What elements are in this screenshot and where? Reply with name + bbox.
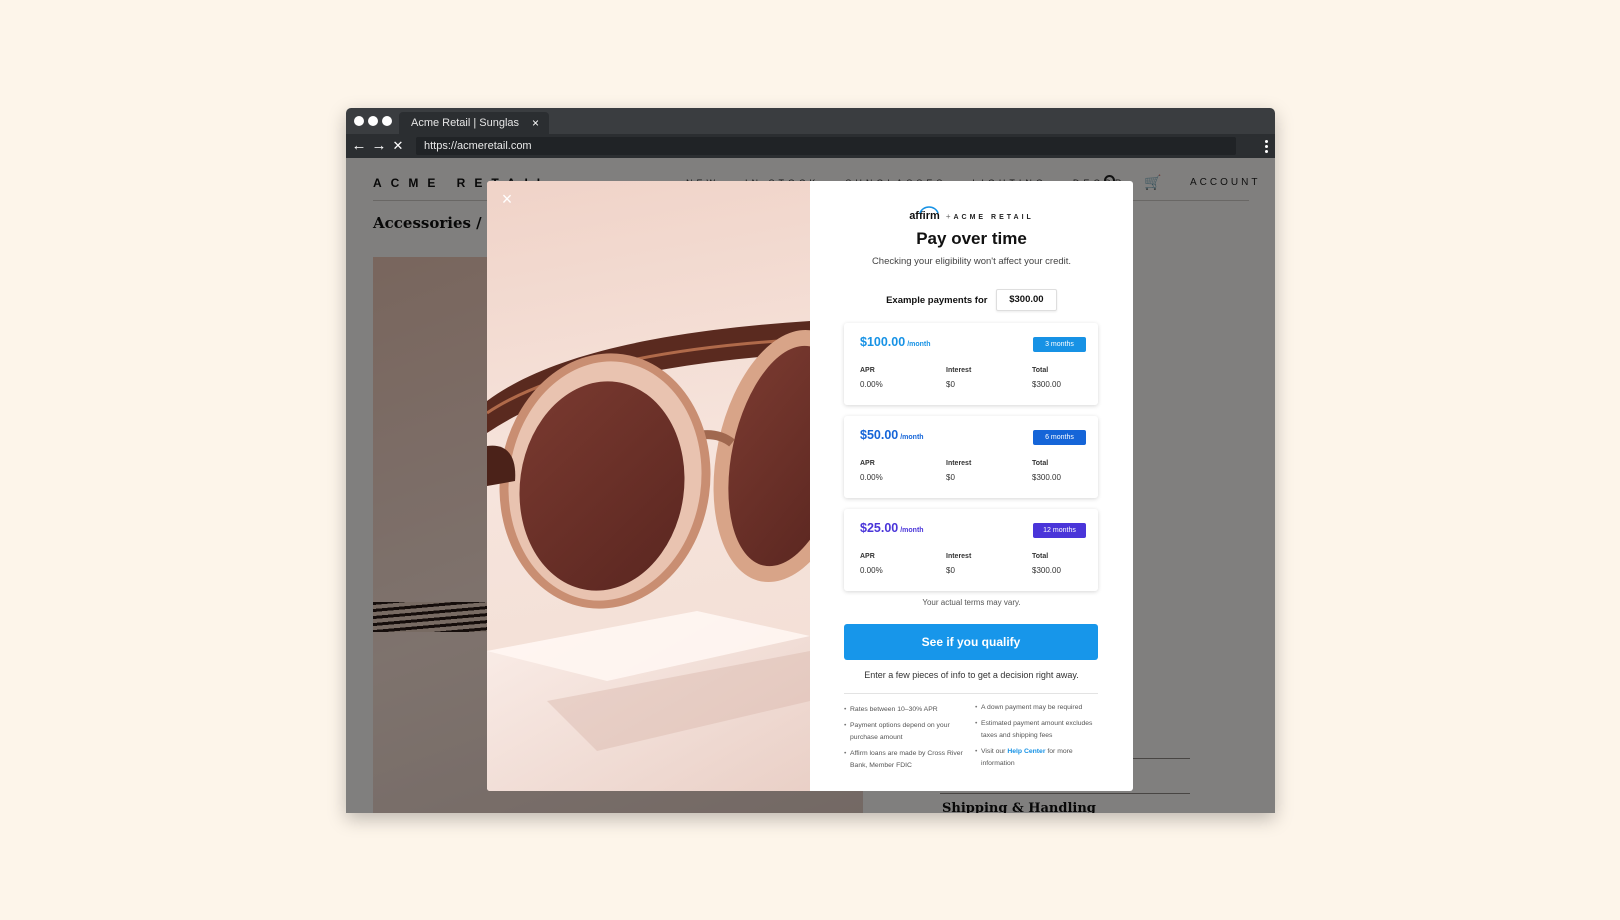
tab-title: Acme Retail | Sunglasses	[411, 117, 519, 129]
plan-monthly-price: $50.00/month	[860, 428, 924, 442]
plan-card-6-months[interactable]: $50.00/month 6 months APR 0.00% Interest $…	[844, 416, 1098, 498]
forward-arrow-icon[interactable]: →	[370, 134, 388, 158]
modal-heading: Pay over time	[916, 229, 1027, 248]
plan-term-badge: 12 months	[1033, 523, 1086, 538]
plan-card-12-months[interactable]: $25.00/month 12 months APR 0.00% Interest…	[844, 509, 1098, 591]
terms-note: Your actual terms may vary.	[922, 598, 1021, 607]
list-item: A down payment may be required	[975, 702, 1097, 715]
list-item: Rates between 10–30% APR	[844, 704, 966, 717]
plan-term-badge: 3 months	[1033, 337, 1086, 352]
window-close-dot[interactable]	[354, 116, 364, 126]
browser-window: Acme Retail | Sunglasses × ← → ✕ https:/…	[346, 108, 1275, 813]
plan-apr: APR 0.00%	[860, 553, 883, 575]
affirm-modal: × affirm + ACME RETAIL Pay over time Chec…	[487, 181, 1133, 791]
browser-tab[interactable]: Acme Retail | Sunglasses ×	[399, 112, 549, 134]
list-item: Estimated payment amount excludes taxes …	[975, 718, 1097, 743]
plan-apr: APR 0.00%	[860, 367, 883, 389]
see-if-you-qualify-button[interactable]: See if you qualify	[844, 624, 1098, 660]
url-field[interactable]: https://acmeretail.com	[416, 137, 1236, 155]
cta-subtext: Enter a few pieces of info to get a deci…	[864, 670, 1079, 680]
plan-monthly-price: $25.00/month	[860, 521, 924, 535]
window-maximize-dot[interactable]	[382, 116, 392, 126]
plan-interest: Interest $0	[946, 553, 972, 575]
disclosure-list-right: A down payment may be required Estimated…	[975, 702, 1097, 774]
tab-close-icon[interactable]: ×	[532, 112, 539, 134]
plan-term-badge: 6 months	[1033, 430, 1086, 445]
amount-input[interactable]: $300.00	[995, 289, 1057, 311]
plan-apr: APR 0.00%	[860, 460, 883, 482]
address-bar: ← → ✕ https://acmeretail.com	[346, 134, 1275, 158]
list-item: Payment options depend on your purchase …	[844, 720, 966, 745]
back-arrow-icon[interactable]: ←	[350, 134, 368, 158]
sunglasses-photo: ×	[487, 181, 810, 791]
sunglasses-illustration	[487, 321, 810, 791]
list-item: Affirm loans are made by Cross River Ban…	[844, 748, 966, 773]
affirm-arc-icon	[919, 206, 939, 214]
plan-interest: Interest $0	[946, 460, 972, 482]
affirm-logo: affirm	[909, 206, 943, 222]
modal-subheading: Checking your eligibility won't affect y…	[871, 256, 1072, 267]
partner-logo: affirm + ACME RETAIL	[810, 206, 1133, 224]
plan-card-3-months[interactable]: $100.00/month 3 months APR 0.00% Interest…	[844, 323, 1098, 405]
disclosure-list-left: Rates between 10–30% APR Payment options…	[844, 704, 966, 776]
example-amount-row: Example payments for $300.00	[810, 289, 1133, 311]
amount-label: Example payments for	[886, 294, 988, 306]
affirm-panel: affirm + ACME RETAIL Pay over time Checki…	[810, 181, 1133, 791]
browser-tab-bar: Acme Retail | Sunglasses ×	[346, 108, 1275, 134]
browser-menu-icon[interactable]	[1265, 140, 1269, 155]
plan-interest: Interest $0	[946, 367, 972, 389]
plan-total: Total $300.00	[1032, 553, 1061, 575]
disclosure-divider	[844, 693, 1098, 694]
plan-total: Total $300.00	[1032, 367, 1061, 389]
plan-monthly-price: $100.00/month	[860, 335, 931, 349]
list-item: Visit our Help Center for more informati…	[975, 746, 1097, 771]
help-center-link[interactable]: Help Center	[1007, 748, 1045, 755]
stop-loading-icon[interactable]: ✕	[389, 134, 407, 158]
window-minimize-dot[interactable]	[368, 116, 378, 126]
plan-total: Total $300.00	[1032, 460, 1061, 482]
close-icon[interactable]: ×	[497, 189, 517, 209]
acme-retail-logo: ACME RETAIL	[953, 214, 1034, 221]
